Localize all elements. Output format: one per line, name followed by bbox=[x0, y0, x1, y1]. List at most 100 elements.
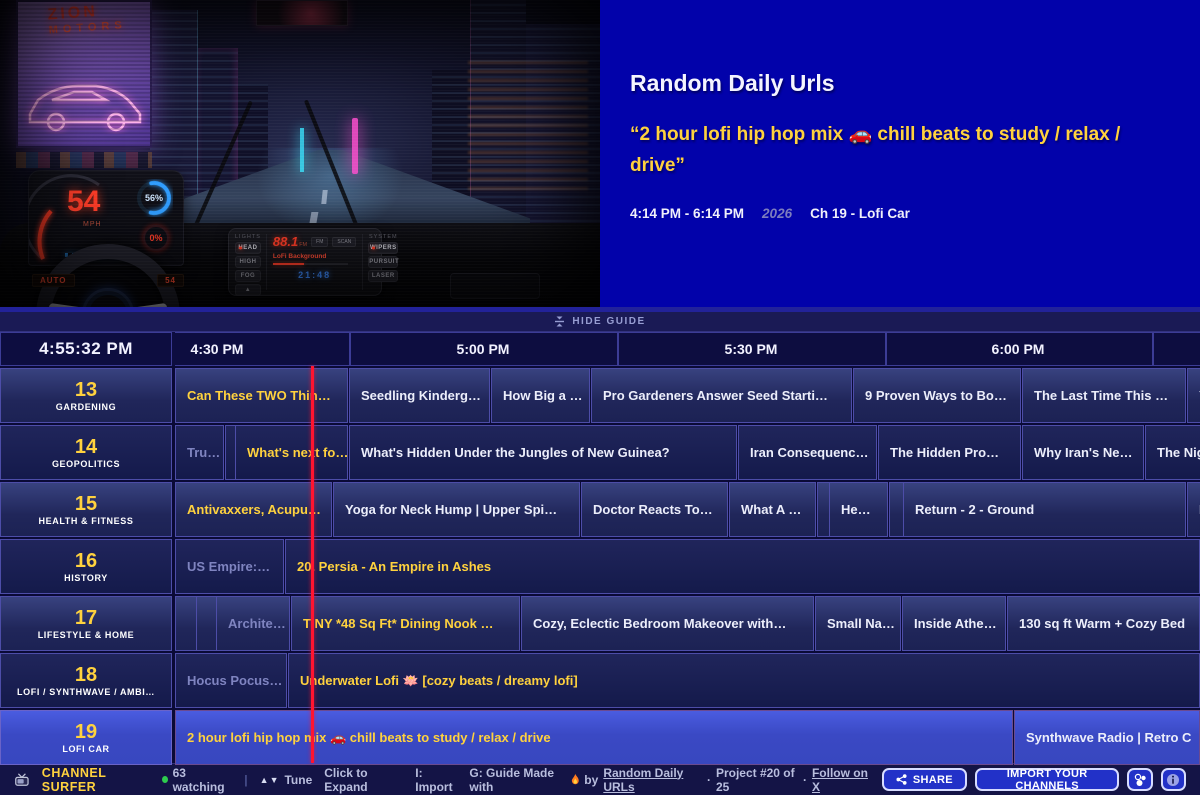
dot-separator: · bbox=[707, 773, 711, 787]
program-cell[interactable]: Can These TWO Thin… bbox=[175, 368, 348, 423]
channel-number: 15 bbox=[75, 493, 97, 515]
up-down-arrows-icon: ▲▼ bbox=[260, 775, 280, 785]
episode-meta: 4:14 PM - 6:14 PM 2026 Ch 19 - Lofi Car bbox=[630, 206, 1162, 221]
program-cell[interactable]: Hocus Pocus… bbox=[175, 653, 287, 708]
radio-frequency: 88.1 bbox=[273, 234, 298, 249]
channel-label-14[interactable]: 14GEOPOLITICS bbox=[0, 425, 172, 480]
console-button-▲[interactable]: ▲ bbox=[235, 284, 261, 296]
channel-name: LOFI CAR bbox=[62, 744, 109, 754]
battery-percent: 56% bbox=[135, 179, 173, 217]
collapse-icon bbox=[554, 316, 565, 327]
hide-guide-button[interactable]: HIDE GUIDE bbox=[0, 312, 1200, 332]
steering-wheel: AUTO 54 bbox=[36, 244, 180, 307]
channel-row-13: 13GARDENINGCan These TWO Thin…Seedling K… bbox=[0, 368, 1200, 423]
time-column-divider bbox=[617, 333, 619, 365]
channel-name: HISTORY bbox=[64, 573, 108, 583]
video-player[interactable]: ZION MOTORS bbox=[0, 0, 600, 307]
share-button[interactable]: SHARE bbox=[882, 768, 967, 791]
console-lights-column: LIGHTS HEADHIGHFOG▲ bbox=[235, 234, 267, 290]
program-cell[interactable]: TINY *48 Sq Ft* Dining Nook … bbox=[291, 596, 520, 651]
program-cell[interactable]: Iran Consequenc… bbox=[738, 425, 877, 480]
program-cell[interactable]: 9 Proven Ways to Bo… bbox=[853, 368, 1021, 423]
console-button-head[interactable]: HEAD bbox=[235, 242, 261, 254]
console-button-fog[interactable]: FOG bbox=[235, 270, 261, 282]
time-slot-label: 5:00 PM bbox=[457, 341, 510, 357]
import-channels-button[interactable]: IMPORT YOUR CHANNELS bbox=[975, 768, 1119, 791]
expand-hint[interactable]: Click to Expand bbox=[324, 766, 403, 794]
program-cell[interactable]: Inside Athe… bbox=[902, 596, 1006, 651]
program-cell[interactable]: Small Na… bbox=[815, 596, 901, 651]
console-button-pursuit[interactable]: PURSUIT bbox=[368, 256, 398, 268]
program-cell[interactable]: Seedling Kinderg… bbox=[349, 368, 490, 423]
episode-time-range: 4:14 PM - 6:14 PM bbox=[630, 206, 744, 221]
program-cell[interactable]: Why Iran's Ne… bbox=[1022, 425, 1144, 480]
status-actions: SHARE IMPORT YOUR CHANNELS bbox=[882, 768, 1186, 791]
channel-row-17: 17LIFESTYLE & HOMEArchite…TINY *48 Sq Ft… bbox=[0, 596, 1200, 651]
channel-number: 14 bbox=[75, 436, 97, 458]
console-right-buttons: WIPERS PURSUIT LASER bbox=[368, 242, 398, 282]
follow-on-x-link[interactable]: Follow on X bbox=[812, 766, 870, 794]
console-button-wipers[interactable]: WIPERS bbox=[368, 242, 398, 254]
channel-label-15[interactable]: 15HEALTH & FITNESS bbox=[0, 482, 172, 537]
program-cell[interactable]: US Empire:… bbox=[175, 539, 284, 594]
program-cell[interactable]: What's Hidden Under the Jungles of New G… bbox=[349, 425, 737, 480]
track-progress-fill bbox=[273, 263, 305, 265]
program-cell[interactable]: 130 sq ft Warm + Cozy Bed bbox=[1007, 596, 1200, 651]
console-system-header: SYSTEM bbox=[368, 234, 398, 240]
console-system-column: SYSTEM WIPERS PURSUIT LASER bbox=[362, 234, 398, 290]
channel-label-19[interactable]: 19LOFI CAR bbox=[0, 710, 172, 765]
program-cell[interactable]: What's next fo… bbox=[235, 425, 348, 480]
program-cell[interactable]: Underwater Lofi 🪷 [cozy beats / dreamy l… bbox=[288, 653, 1200, 708]
radio-band-pill[interactable]: FM bbox=[311, 237, 328, 247]
program-cell[interactable]: How Big a … bbox=[491, 368, 590, 423]
program-cell[interactable]: Antivaxxers, Acupu… bbox=[175, 482, 332, 537]
program-cell[interactable]: Return - 2 - Ground bbox=[903, 482, 1186, 537]
current-time-indicator bbox=[311, 366, 314, 763]
channel-name: LOFI / SYNTHWAVE / AMBI… bbox=[17, 687, 155, 697]
bubbles-button[interactable] bbox=[1127, 768, 1152, 791]
console-button-high[interactable]: HIGH bbox=[235, 256, 261, 268]
program-cell[interactable]: Cozy, Eclectic Bedroom Makeover with… bbox=[521, 596, 814, 651]
program-cell[interactable]: He… bbox=[829, 482, 888, 537]
hide-guide-label: HIDE GUIDE bbox=[572, 316, 645, 327]
author-link[interactable]: Random Daily URLs bbox=[603, 766, 702, 794]
program-cell[interactable]: What A … bbox=[729, 482, 816, 537]
program-cell[interactable]: The Nig bbox=[1145, 425, 1200, 480]
lower-billboard-strip bbox=[16, 152, 152, 168]
channel-label-13[interactable]: 13GARDENING bbox=[0, 368, 172, 423]
channel-number: 18 bbox=[75, 664, 97, 686]
program-cell[interactable]: Y bbox=[1187, 368, 1200, 423]
info-button[interactable] bbox=[1161, 768, 1186, 791]
battery-gauge: 56% bbox=[135, 179, 173, 217]
channel-number: 16 bbox=[75, 550, 97, 572]
console-button-laser[interactable]: LASER bbox=[368, 270, 398, 282]
radio-scan-pill[interactable]: SCAN bbox=[332, 237, 356, 247]
program-lane: Tru…What's next fo…What's Hidden Under t… bbox=[175, 425, 1200, 480]
time-slots: 4:30 PM5:00 PM5:30 PM6:00 PM bbox=[175, 332, 1200, 366]
program-cell[interactable]: 20. Persia - An Empire in Ashes bbox=[285, 539, 1200, 594]
top-section: ZION MOTORS bbox=[0, 0, 1200, 307]
program-lane: Archite…TINY *48 Sq Ft* Dining Nook …Coz… bbox=[175, 596, 1200, 651]
fire-icon bbox=[571, 773, 580, 786]
program-cell[interactable]: 2 hour lofi hip hop mix 🚗 chill beats to… bbox=[175, 710, 1013, 765]
program-lane: Hocus Pocus…Underwater Lofi 🪷 [cozy beat… bbox=[175, 653, 1200, 708]
guide-grid: 13GARDENINGCan These TWO Thin…Seedling K… bbox=[0, 366, 1200, 763]
program-cell[interactable]: Tru… bbox=[175, 425, 224, 480]
program-cell[interactable]: The Hidden Pro… bbox=[878, 425, 1021, 480]
wheel-left-display: AUTO bbox=[32, 274, 75, 287]
channel-label-16[interactable]: 16HISTORY bbox=[0, 539, 172, 594]
watching-count: 63 watching bbox=[162, 766, 233, 794]
program-cell[interactable]: Doctor Reacts To… bbox=[581, 482, 728, 537]
program-cell[interactable]: M bbox=[1187, 482, 1200, 537]
program-cell[interactable]: The Last Time This … bbox=[1022, 368, 1186, 423]
channel-row-15: 15HEALTH & FITNESSAntivaxxers, Acupu…Yog… bbox=[0, 482, 1200, 537]
program-cell[interactable]: Yoga for Neck Hump | Upper Spi… bbox=[333, 482, 580, 537]
channel-label-18[interactable]: 18LOFI / SYNTHWAVE / AMBI… bbox=[0, 653, 172, 708]
time-column-divider bbox=[349, 333, 351, 365]
program-cell[interactable]: Pro Gardeners Answer Seed Starti… bbox=[591, 368, 852, 423]
program-cell[interactable]: Archite… bbox=[216, 596, 290, 651]
radio-track-title: LoFi Background bbox=[273, 253, 356, 260]
channel-label-17[interactable]: 17LIFESTYLE & HOME bbox=[0, 596, 172, 651]
console-radio: 88.1 FM FM SCAN LoFi Background 21:48 bbox=[273, 234, 356, 290]
program-cell[interactable]: Synthwave Radio | Retro C bbox=[1014, 710, 1200, 765]
